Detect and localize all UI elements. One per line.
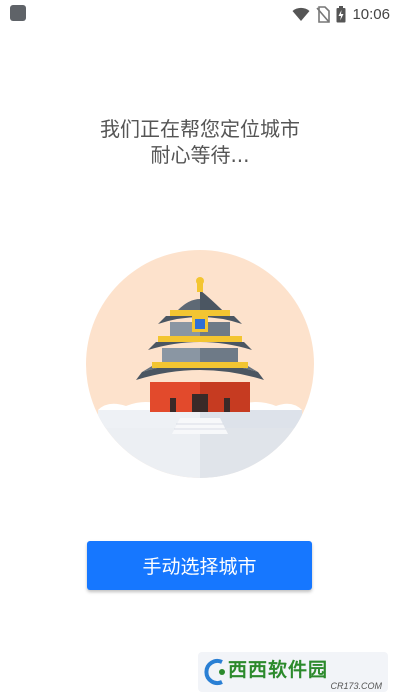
wifi-icon <box>292 7 310 21</box>
watermark-title: 西西软件园 <box>228 659 329 681</box>
no-sim-icon <box>316 5 331 23</box>
temple-of-heaven-icon <box>86 250 314 478</box>
battery-charging-icon <box>336 5 346 22</box>
locating-message-line1: 我们正在帮您定位城市 <box>100 117 300 141</box>
locating-message-line2: 耐心等待... <box>150 143 250 167</box>
status-icons: 10:06 <box>292 4 390 24</box>
status-bar: 10:06 <box>0 0 400 28</box>
watermark-logo-icon <box>204 659 225 685</box>
watermark-url: CR173.COM <box>330 681 382 691</box>
manual-select-city-button[interactable]: 手动选择城市 <box>87 541 312 590</box>
watermark: 西西软件园 CR173.COM <box>198 652 388 692</box>
app-notification-icon <box>10 5 26 21</box>
locating-message: 我们正在帮您定位城市 耐心等待... <box>0 116 400 168</box>
status-time: 10:06 <box>352 5 390 23</box>
